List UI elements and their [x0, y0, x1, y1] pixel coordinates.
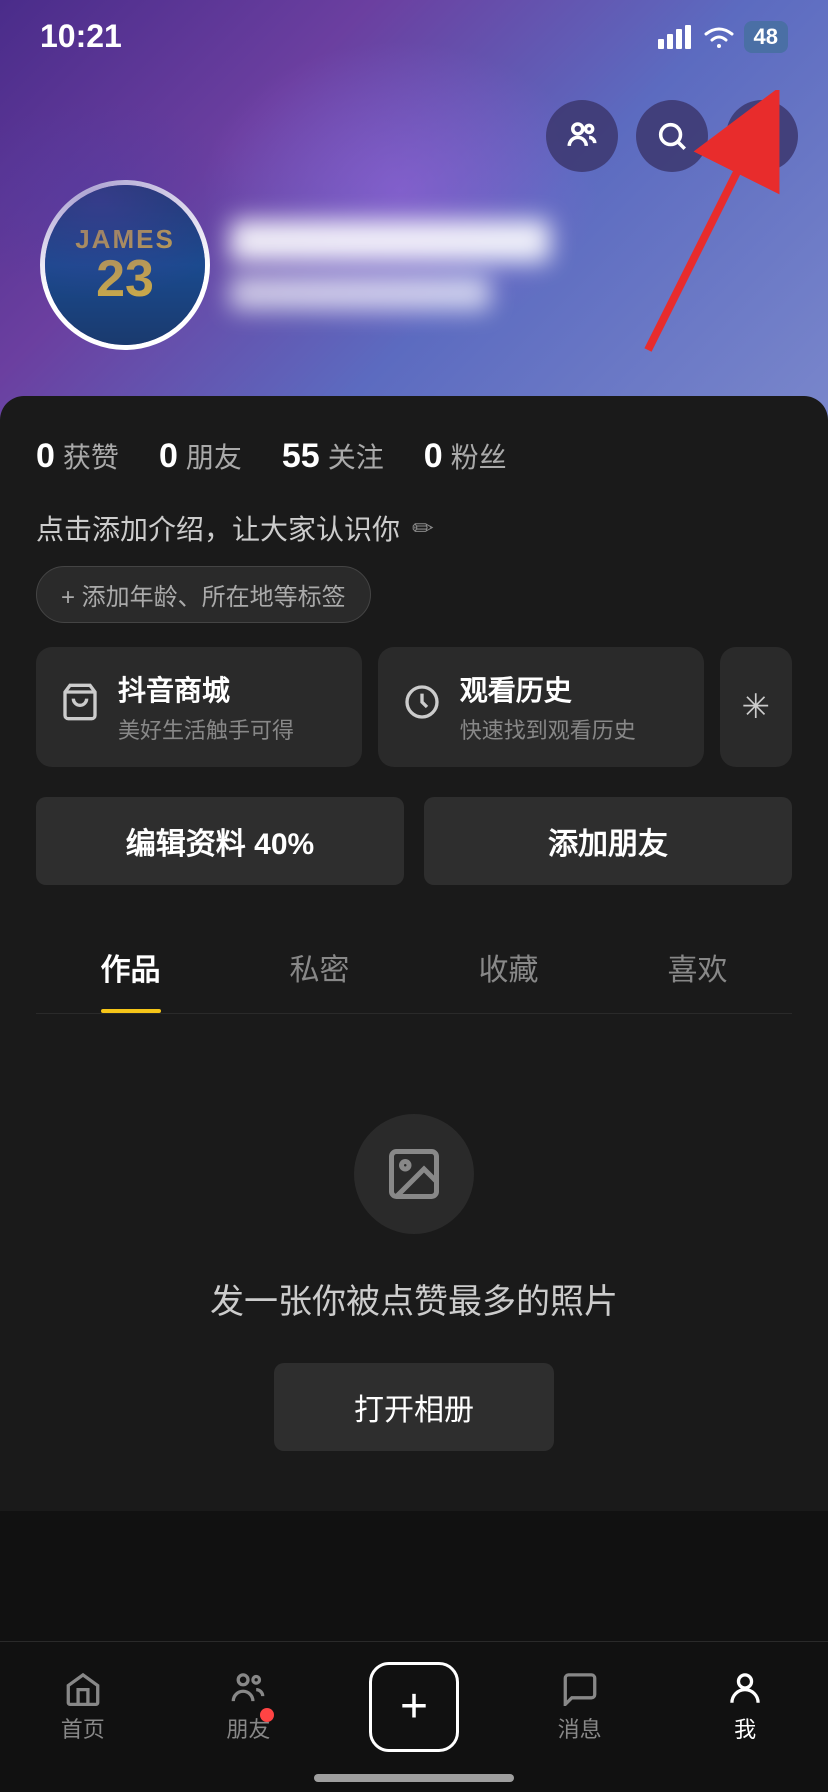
- wifi-icon: [702, 24, 736, 50]
- profile-avatar: JAMES 23: [40, 180, 210, 350]
- tab-works-label: 作品: [101, 954, 161, 987]
- empty-text: 发一张你被点赞最多的照片: [210, 1274, 618, 1323]
- plus-icon: +: [400, 1683, 428, 1731]
- signal-icon: [658, 25, 694, 49]
- stat-likes: 0 获赞: [36, 436, 119, 476]
- tab-collect-label: 收藏: [479, 954, 539, 987]
- empty-state: 发一张你被点赞最多的照片 打开相册: [36, 1014, 792, 1511]
- messages-icon: [560, 1670, 600, 1706]
- star-icon: ✳: [742, 687, 771, 727]
- jersey-name: JAMES: [75, 225, 175, 254]
- following-count: 55: [282, 437, 320, 476]
- header-actions: [546, 100, 798, 172]
- tab-like-label: 喜欢: [668, 954, 728, 987]
- stat-friends: 0 朋友: [159, 436, 242, 476]
- bio-text[interactable]: 点击添加介绍，让大家认识你 ✏: [36, 508, 792, 548]
- jersey-number: 23: [96, 253, 154, 305]
- home-icon: [63, 1670, 103, 1706]
- nav-messages-label: 消息: [558, 1712, 602, 1744]
- nav-profile-label: 我: [734, 1712, 756, 1744]
- menu-button[interactable]: [726, 100, 798, 172]
- tab-like[interactable]: 喜欢: [603, 921, 792, 1013]
- nav-messages[interactable]: 消息: [497, 1670, 663, 1744]
- history-card[interactable]: 观看历史 快速找到观看历史: [378, 647, 704, 767]
- bio-section: 点击添加介绍，让大家认识你 ✏ + 添加年龄、所在地等标签: [36, 508, 792, 623]
- username-blur-2: [230, 276, 490, 310]
- star-button[interactable]: ✳: [720, 647, 793, 767]
- add-friend-button[interactable]: 添加朋友: [424, 797, 792, 885]
- tab-private[interactable]: 私密: [225, 921, 414, 1013]
- search-icon: [655, 119, 689, 153]
- nav-friends-label: 朋友: [226, 1712, 270, 1744]
- friends-label: 朋友: [186, 436, 242, 476]
- profile-icon: [725, 1670, 765, 1706]
- likes-label: 获赞: [63, 436, 119, 476]
- content-tabs: 作品 私密 收藏 喜欢: [36, 921, 792, 1014]
- username-area: [230, 220, 550, 310]
- avatar-jersey: JAMES 23: [45, 185, 205, 345]
- fans-count: 0: [424, 437, 443, 476]
- clock-icon: [402, 682, 442, 732]
- stat-following: 55 关注: [282, 436, 384, 476]
- status-time: 10:21: [40, 18, 122, 55]
- fans-label: 粉丝: [451, 436, 507, 476]
- shop-card[interactable]: 抖音商城 美好生活触手可得: [36, 647, 362, 767]
- menu-icon: [745, 119, 779, 153]
- history-card-text: 观看历史 快速找到观看历史: [460, 669, 636, 745]
- nav-profile[interactable]: 我: [662, 1670, 828, 1744]
- shop-subtitle: 美好生活触手可得: [118, 713, 294, 745]
- photo-icon: [384, 1144, 444, 1204]
- nav-friends[interactable]: 朋友: [166, 1670, 332, 1744]
- search-button[interactable]: [636, 100, 708, 172]
- edit-profile-button[interactable]: 编辑资料 40%: [36, 797, 404, 885]
- nav-home[interactable]: 首页: [0, 1670, 166, 1744]
- friends-count: 0: [159, 437, 178, 476]
- tab-collect[interactable]: 收藏: [414, 921, 603, 1013]
- cart-icon: [60, 682, 100, 732]
- stat-fans: 0 粉丝: [424, 436, 507, 476]
- nav-post[interactable]: +: [331, 1662, 497, 1752]
- following-label: 关注: [328, 436, 384, 476]
- open-album-button[interactable]: 打开相册: [274, 1363, 554, 1451]
- stats-row: 0 获赞 0 朋友 55 关注 0 粉丝: [36, 436, 792, 476]
- friends-button[interactable]: [546, 100, 618, 172]
- battery-indicator: 48: [744, 21, 788, 53]
- username-blur-1: [230, 220, 550, 262]
- action-buttons: 编辑资料 40% 添加朋友: [36, 797, 792, 885]
- nav-plus-button[interactable]: +: [369, 1662, 459, 1752]
- service-row: 抖音商城 美好生活触手可得 观看历史 快速找到观看历史 ✳: [36, 647, 792, 767]
- tab-works[interactable]: 作品: [36, 921, 225, 1013]
- status-bar: 10:21 48: [0, 0, 828, 65]
- shop-card-text: 抖音商城 美好生活触手可得: [118, 669, 294, 745]
- home-indicator: [314, 1774, 514, 1782]
- bio-placeholder: 点击添加介绍，让大家认识你: [36, 508, 400, 548]
- status-icons: 48: [658, 21, 788, 53]
- avatar-circle: JAMES 23: [40, 180, 210, 350]
- nav-friends-icon: [228, 1670, 268, 1706]
- bio-edit-icon[interactable]: ✏: [412, 513, 434, 544]
- tags-add-button[interactable]: + 添加年龄、所在地等标签: [36, 566, 371, 623]
- history-title: 观看历史: [460, 669, 636, 709]
- shop-title: 抖音商城: [118, 669, 294, 709]
- nav-home-label: 首页: [61, 1712, 105, 1744]
- empty-icon-circle: [354, 1114, 474, 1234]
- history-subtitle: 快速找到观看历史: [460, 713, 636, 745]
- friends-icon: [565, 119, 599, 153]
- profile-body: 0 获赞 0 朋友 55 关注 0 粉丝 点击添加介绍，让大家认识你 ✏ + 添…: [0, 396, 828, 1511]
- tags-add-label: + 添加年龄、所在地等标签: [61, 577, 346, 612]
- tab-private-label: 私密: [290, 954, 350, 987]
- likes-count: 0: [36, 437, 55, 476]
- bottom-nav: 首页 朋友 + 消息 我: [0, 1641, 828, 1792]
